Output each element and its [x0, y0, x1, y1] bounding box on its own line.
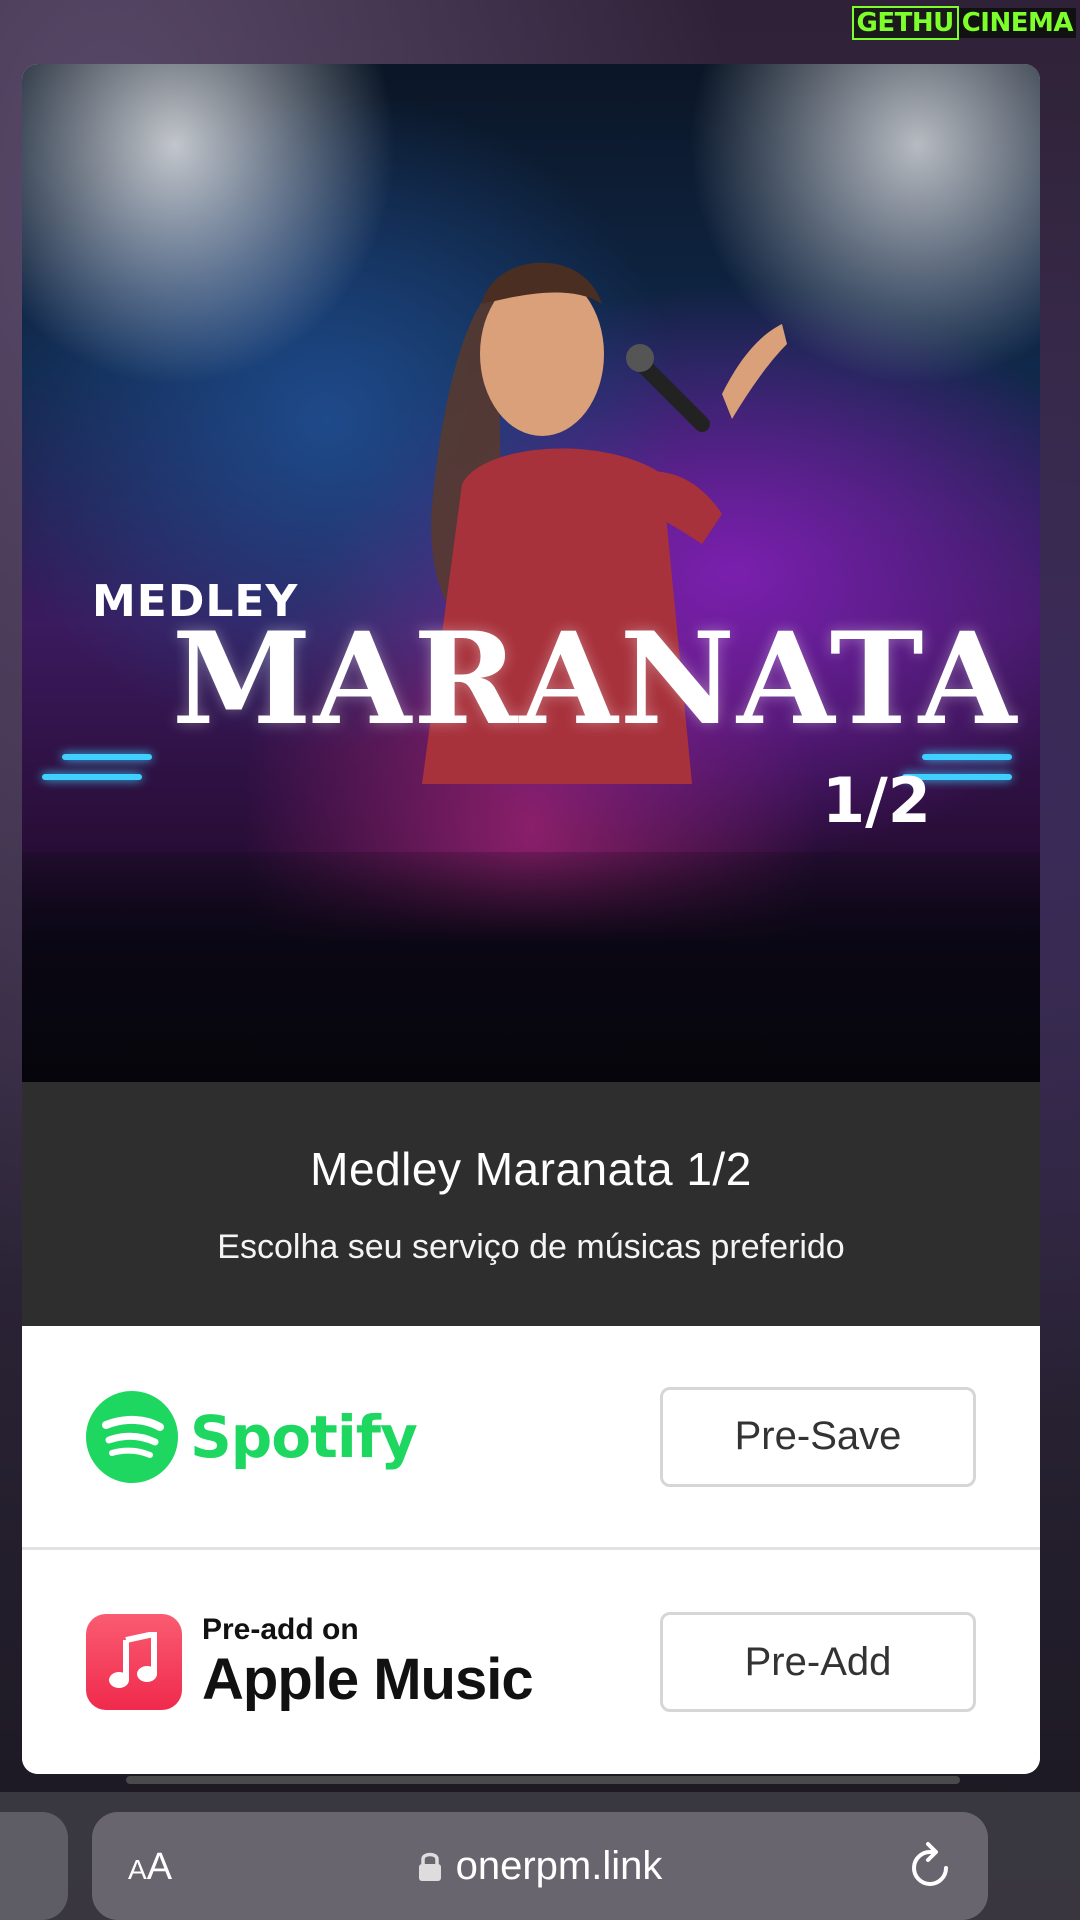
- service-row-apple-music: Pre-add on Apple Music Pre-Add: [22, 1550, 1040, 1774]
- cover-title-text: MARANATA: [172, 605, 1019, 753]
- release-subtitle: Escolha seu serviço de músicas preferido: [217, 1228, 845, 1266]
- address-bar[interactable]: AA onerpm.link: [92, 1812, 988, 1920]
- text-size-button[interactable]: AA: [128, 1846, 172, 1889]
- album-cover: MEDLEY MARANATA 1/2: [22, 64, 1040, 1082]
- apple-music-preadd-text: Pre-add on: [202, 1613, 359, 1646]
- pre-add-button[interactable]: Pre-Add: [660, 1612, 976, 1712]
- crowd-silhouette: [22, 852, 1040, 1082]
- release-info: Medley Maranata 1/2 Escolha seu serviço …: [22, 1082, 1040, 1326]
- apple-music-logo: Pre-add on Apple Music: [86, 1613, 534, 1712]
- url-text: onerpm.link: [455, 1843, 663, 1888]
- watermark-logo: GETHU CINEMA: [851, 6, 1076, 40]
- previous-tab-pill[interactable]: [0, 1812, 68, 1920]
- browser-toolbar: AA onerpm.link: [0, 1792, 1080, 1920]
- spotify-logo: Spotify: [86, 1390, 418, 1483]
- apple-music-wordmark: Apple Music: [202, 1647, 534, 1712]
- reload-icon[interactable]: [908, 1838, 954, 1890]
- release-card: MEDLEY MARANATA 1/2 Medley Maranata 1/2 …: [22, 64, 1040, 1774]
- spotify-icon: [86, 1390, 178, 1483]
- pre-save-button[interactable]: Pre-Save: [660, 1386, 976, 1487]
- release-title: Medley Maranata 1/2: [310, 1143, 752, 1195]
- spotify-wordmark: Spotify: [190, 1402, 418, 1471]
- apple-music-icon: [86, 1614, 182, 1710]
- cover-part-text: 1/2: [822, 764, 931, 837]
- scroll-indicator[interactable]: [126, 1776, 960, 1784]
- lock-icon: [418, 1852, 441, 1881]
- service-row-spotify: Spotify Pre-Save: [22, 1326, 1040, 1550]
